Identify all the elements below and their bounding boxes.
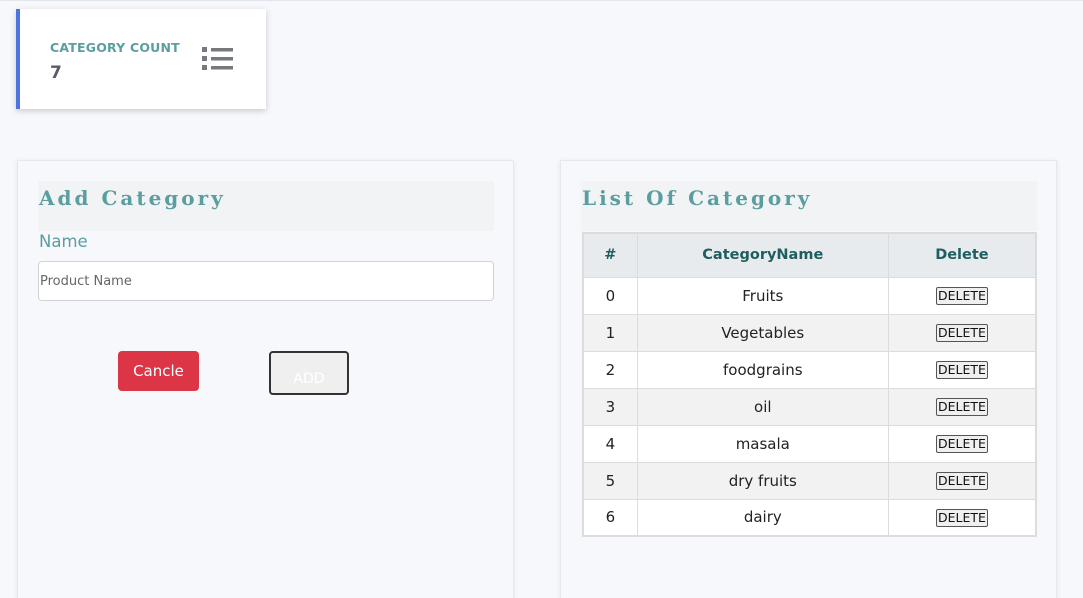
name-label: Name [39, 232, 88, 251]
delete-button[interactable]: DELETE [935, 324, 988, 342]
category-count-label: CATEGORY COUNT [50, 40, 180, 55]
row-category-name: masala [636, 424, 889, 463]
row-index: 3 [582, 387, 638, 426]
row-delete-cell: DELETE [887, 424, 1037, 463]
table-row: 4 masala DELETE [582, 424, 1037, 463]
list-icon [202, 45, 236, 77]
row-delete-cell: DELETE [887, 387, 1037, 426]
row-category-name: oil [636, 387, 889, 426]
category-count-card: CATEGORY COUNT 7 [16, 9, 266, 109]
column-header-delete: Delete [887, 232, 1037, 278]
table-row: 1 Vegetables DELETE [582, 313, 1037, 352]
row-index: 6 [582, 498, 638, 537]
delete-button[interactable]: DELETE [935, 508, 988, 527]
delete-button[interactable]: DELETE [935, 398, 988, 416]
row-delete-cell: DELETE [887, 313, 1037, 352]
table-row: 6 dairy DELETE [582, 498, 1037, 537]
table-row: 5 dry fruits DELETE [582, 461, 1037, 500]
row-category-name: dry fruits [636, 461, 889, 500]
delete-button[interactable]: DELETE [935, 287, 988, 305]
product-name-input[interactable] [38, 261, 494, 301]
row-delete-cell: DELETE [887, 498, 1037, 537]
table-header-row: # CategoryName Delete [582, 232, 1037, 278]
table-row: 3 oil DELETE [582, 387, 1037, 426]
delete-button[interactable]: DELETE [935, 472, 988, 490]
list-category-panel: List Of Category # CategoryName Delete 0… [560, 160, 1057, 598]
table-row: 2 foodgrains DELETE [582, 350, 1037, 389]
list-category-title: List Of Category [582, 186, 813, 210]
row-index: 0 [582, 276, 638, 315]
delete-button[interactable]: DELETE [935, 435, 988, 453]
delete-button[interactable]: DELETE [935, 361, 988, 379]
list-category-header: List Of Category [581, 181, 1037, 231]
row-category-name: dairy [636, 498, 889, 537]
category-table: # CategoryName Delete 0 Fruits DELETE 1 … [582, 232, 1037, 537]
row-category-name: Vegetables [636, 313, 889, 352]
category-count-value: 7 [50, 63, 62, 83]
row-delete-cell: DELETE [887, 350, 1037, 389]
add-button[interactable]: ADD [269, 351, 349, 395]
cancel-button[interactable]: Cancle [118, 351, 199, 391]
row-index: 5 [582, 461, 638, 500]
column-header-category-name: CategoryName [636, 232, 889, 278]
row-delete-cell: DELETE [887, 461, 1037, 500]
table-row: 0 Fruits DELETE [582, 276, 1037, 315]
add-category-header: Add Category [38, 181, 494, 231]
row-category-name: Fruits [636, 276, 889, 315]
row-index: 1 [582, 313, 638, 352]
row-index: 4 [582, 424, 638, 463]
column-header-index: # [582, 232, 638, 278]
row-delete-cell: DELETE [887, 276, 1037, 315]
add-category-panel: Add Category Name Cancle ADD [17, 160, 514, 598]
row-category-name: foodgrains [636, 350, 889, 389]
row-index: 2 [582, 350, 638, 389]
add-category-title: Add Category [39, 186, 226, 210]
